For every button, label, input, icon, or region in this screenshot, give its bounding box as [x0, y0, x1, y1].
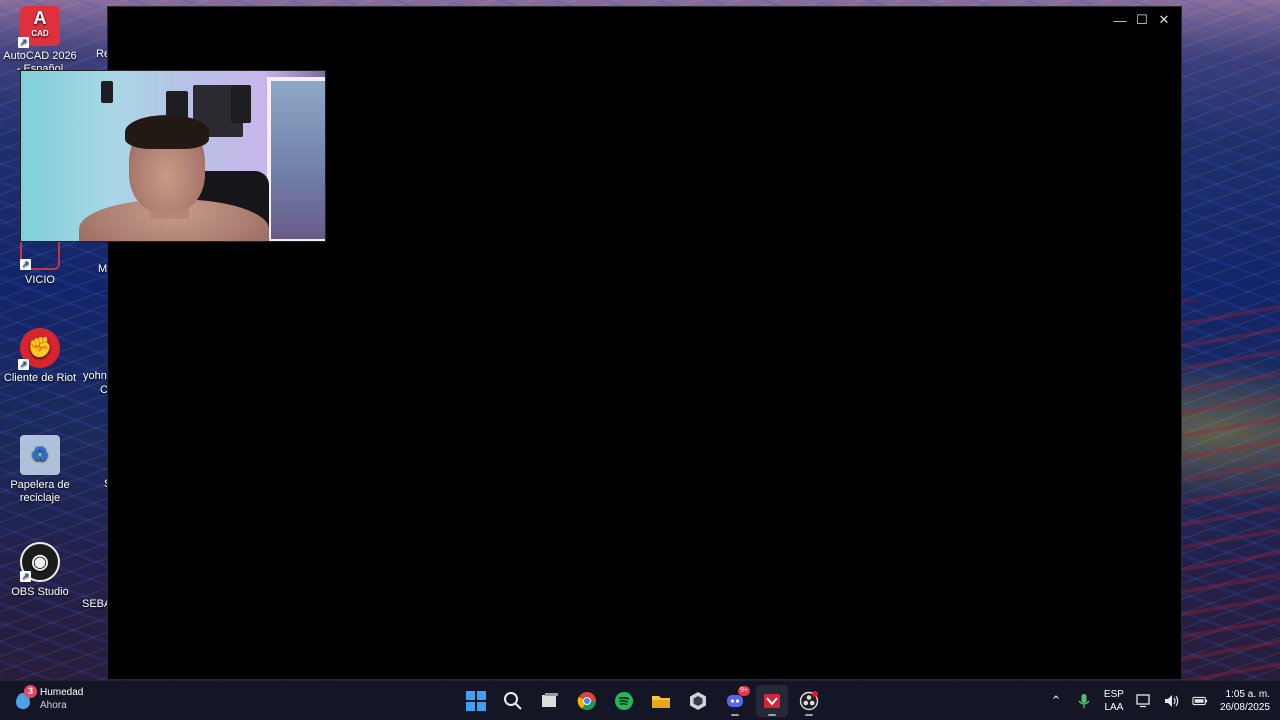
doorway — [267, 77, 325, 241]
minimize-button[interactable]: — — [1109, 9, 1131, 31]
search-button[interactable] — [497, 685, 529, 717]
vicio-app-button[interactable] — [756, 685, 788, 717]
unity-icon — [690, 692, 706, 710]
desktop-icon-label: Papelera de reciclaje — [10, 479, 70, 504]
desktop-icon-label: OBS Studio — [11, 586, 69, 598]
windows-start-icon — [466, 691, 486, 711]
unity-button[interactable] — [682, 685, 714, 717]
file-explorer-icon — [652, 696, 670, 708]
discord-badge: 9+ — [738, 686, 750, 696]
autocad-icon: A CAD ↗ — [18, 6, 60, 48]
maximize-icon: ☐ — [1136, 12, 1148, 27]
battery-icon[interactable] — [1192, 693, 1208, 709]
window-titlebar[interactable]: — ☐ ✕ — [108, 7, 1181, 33]
vicio-app-icon — [764, 694, 780, 708]
webcam-overlay — [20, 70, 326, 242]
language-indicator[interactable]: ESP LAA — [1104, 688, 1124, 714]
window-controls: — ☐ ✕ — [1109, 9, 1175, 31]
desktop-icon-partial[interactable]: SEBAS — [82, 598, 108, 611]
taskbar-apps: 9+ — [460, 681, 825, 720]
task-view-button[interactable] — [534, 685, 566, 717]
file-explorer-button[interactable] — [645, 685, 677, 717]
obs-taskbar-button[interactable] — [793, 685, 825, 717]
desktop-icon-recycle-bin[interactable]: ♻ Papelera de reciclaje — [2, 435, 78, 505]
desktop-icon-riot[interactable]: ✊ ↗ Cliente de Riot — [2, 328, 78, 385]
volume-icon[interactable] — [1164, 693, 1180, 709]
desktop-icon-partial[interactable]: yohn — [83, 370, 107, 383]
task-view-icon — [542, 693, 558, 707]
clock[interactable]: 1:05 a. m. 26/08/2025 — [1220, 688, 1270, 714]
recycle-bin-icon: ♻ — [20, 435, 60, 475]
discord-button[interactable]: 9+ — [719, 685, 751, 717]
minimize-icon: — — [1113, 12, 1127, 28]
notification-badge: 3 — [24, 685, 37, 698]
desktop-icon-label: Cliente de Riot — [3, 372, 77, 384]
start-button[interactable] — [460, 685, 492, 717]
obs-taskbar-icon — [799, 691, 819, 711]
taskbar: 3 Humedad Ahora 9+ ⌃ ESP LAA 1:05 a. m. … — [0, 680, 1280, 720]
wall-shelf — [231, 85, 251, 123]
clock-time: 1:05 a. m. — [1225, 689, 1270, 700]
humidity-icon: 3 — [14, 685, 37, 711]
network-icon[interactable] — [1136, 693, 1152, 709]
wall-decor — [101, 81, 113, 103]
microphone-icon[interactable] — [1076, 693, 1092, 709]
spotify-button[interactable] — [608, 685, 640, 717]
wallpaper-stands — [1180, 300, 1280, 680]
desktop-icon-label: VICIO — [25, 274, 55, 286]
riot-client-icon: ✊ ↗ — [18, 328, 60, 370]
spotify-icon — [615, 692, 633, 710]
weather-title: Humedad — [40, 687, 84, 698]
chrome-button[interactable] — [571, 685, 603, 717]
maximize-button[interactable]: ☐ — [1131, 9, 1153, 31]
chevron-up-icon[interactable]: ⌃ — [1048, 693, 1064, 709]
weather-widget[interactable]: 3 Humedad Ahora — [14, 685, 84, 712]
desktop-icon-obs[interactable]: ◉ ↗ OBS Studio — [2, 542, 78, 599]
search-icon — [504, 692, 522, 710]
close-button[interactable]: ✕ — [1153, 9, 1175, 31]
chrome-icon — [577, 692, 596, 710]
obs-studio-icon: ◉ ↗ — [20, 542, 60, 582]
system-tray: ⌃ ESP LAA 1:05 a. m. 26/08/2025 — [1048, 681, 1270, 720]
person-hair — [125, 115, 209, 149]
weather-subtitle: Ahora — [40, 700, 67, 711]
clock-date: 26/08/2025 — [1219, 702, 1270, 713]
close-icon: ✕ — [1158, 12, 1170, 27]
